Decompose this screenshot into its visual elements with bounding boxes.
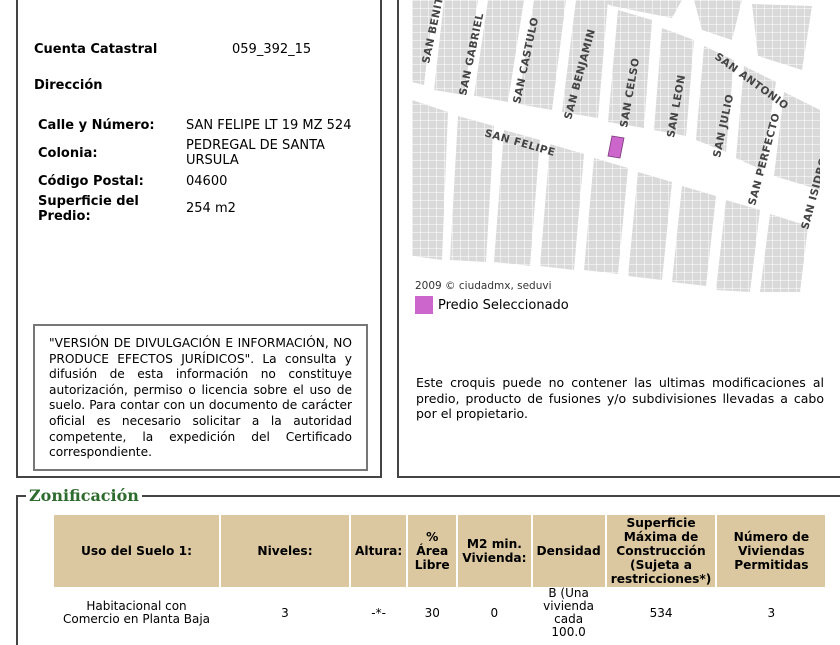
calle-label: Calle y Número: — [38, 118, 155, 133]
colonia-value: PEDREGAL DE SANTA URSULA — [186, 138, 325, 168]
cuenta-catastral-value: 059_392_15 — [232, 42, 312, 57]
cell-area-libre: 30 — [424, 605, 440, 620]
superficie-label: Superficie del Predio: — [38, 194, 139, 224]
header-num-viviendas: Número de Viviendas Permitidas — [717, 515, 826, 587]
table-row: Habitacional con Comercio en Planta Baja… — [54, 587, 825, 639]
cell-superficie-max: 534 — [649, 605, 673, 620]
header-superficie-max: Superficie Máxima de Construcción (Sujet… — [606, 515, 716, 587]
cuenta-catastral-label: Cuenta Catastral — [34, 42, 158, 57]
zonificacion-title: Zonificación — [26, 486, 142, 505]
header-m2-min: M2 min. Vivienda: — [458, 515, 531, 587]
superficie-value: 254 m2 — [186, 201, 236, 216]
cell-m2-min: 0 — [490, 605, 499, 620]
legal-notice: "VERSIÓN DE DIVULGACIÓN E INFORMACIÓN, N… — [33, 324, 368, 471]
cell-num-viviendas: 3 — [767, 605, 776, 620]
legend-swatch — [415, 296, 433, 314]
cell-niveles: 3 — [281, 605, 289, 620]
cell-densidad: B (Una vivienda cada 100.0 — [543, 586, 595, 639]
header-area-libre: % Área Libre — [408, 515, 457, 587]
cell-uso-suelo: Habitacional con Comercio en Planta Baja — [62, 599, 211, 626]
codigo-postal-label: Código Postal: — [38, 174, 144, 189]
map-legend: Predio Seleccionado — [415, 296, 569, 314]
header-niveles: Niveles: — [221, 515, 349, 587]
calle-value: SAN FELIPE LT 19 MZ 524 — [186, 118, 352, 133]
cell-altura: -*- — [371, 605, 386, 620]
map-copyright: 2009 © ciudadmx, seduvi — [415, 280, 552, 292]
header-densidad: Densidad — [532, 515, 605, 587]
direccion-label: Dirección — [34, 78, 103, 93]
zonificacion-table: Uso del Suelo 1: Niveles: Altura: % Área… — [52, 515, 827, 639]
croquis-note: Este croquis puede no contener las ultim… — [416, 375, 824, 422]
header-uso-suelo: Uso del Suelo 1: — [54, 515, 219, 587]
map-sketch: SAN BENITO SAN GABRIEL SAN CASTULO SAN B… — [412, 0, 820, 292]
table-header-row: Uso del Suelo 1: Niveles: Altura: % Área… — [54, 515, 826, 587]
legend-label: Predio Seleccionado — [438, 297, 569, 313]
colonia-label: Colonia: — [38, 146, 98, 161]
codigo-postal-value: 04600 — [186, 174, 228, 189]
header-altura: Altura: — [351, 515, 407, 587]
